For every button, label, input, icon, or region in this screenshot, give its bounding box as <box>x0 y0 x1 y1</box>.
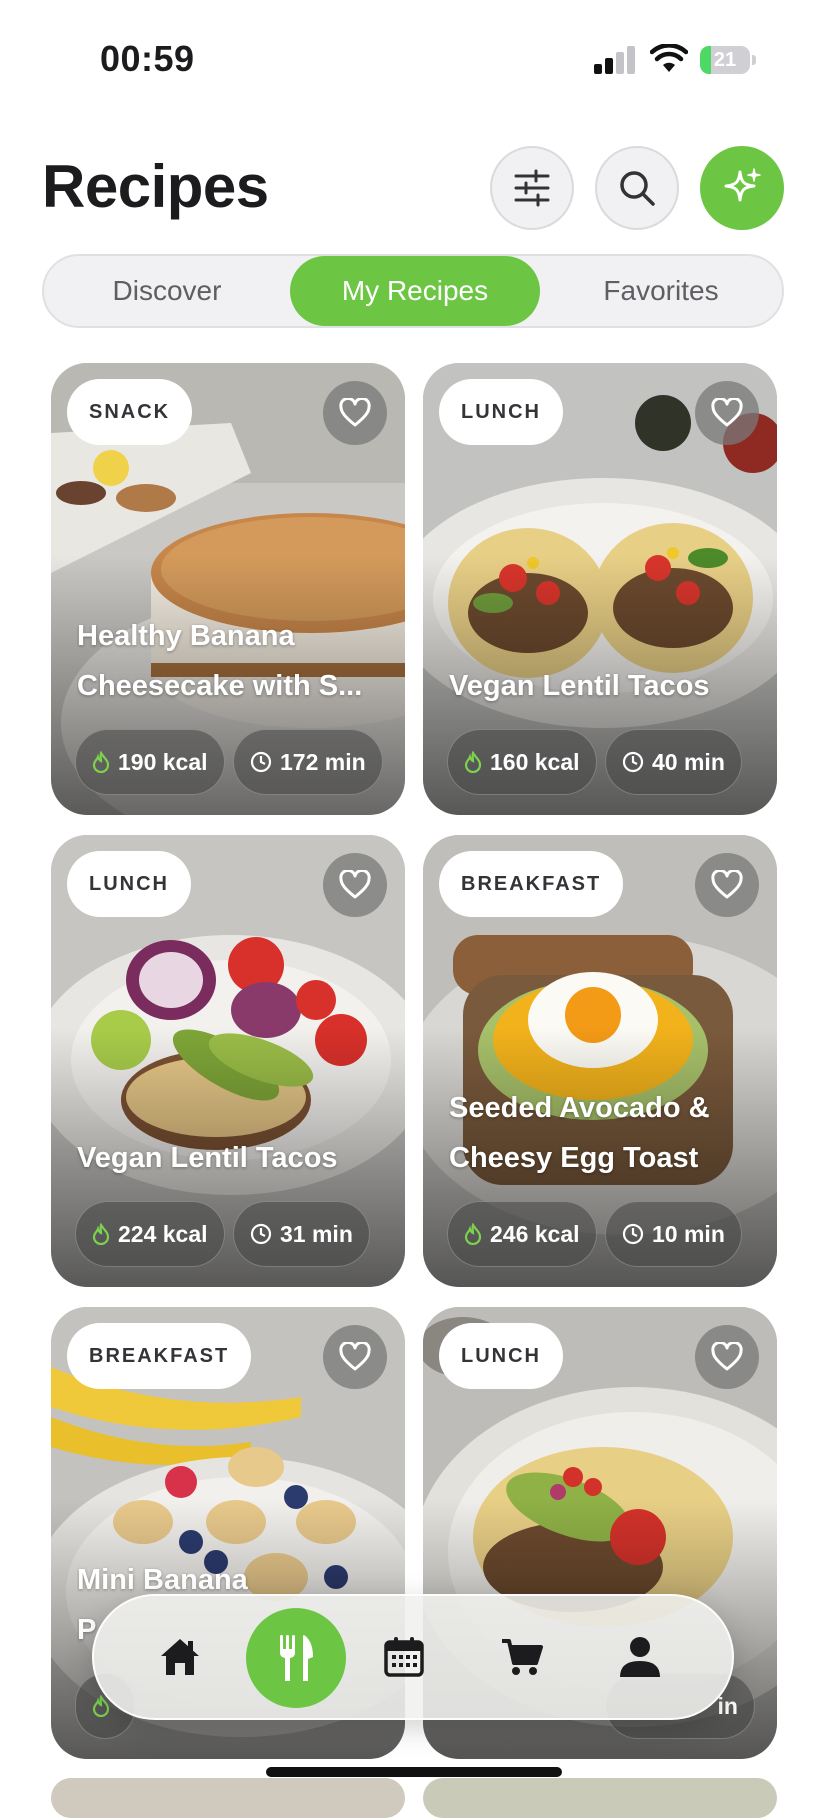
calories-value: 160 kcal <box>490 748 580 775</box>
clock-icon <box>250 751 272 773</box>
recipe-title: Vegan Lentil Tacos <box>449 670 710 702</box>
category-badge: BREAKFAST <box>439 851 624 917</box>
heart-icon <box>711 1342 743 1371</box>
category-badge: SNACK <box>67 379 193 445</box>
recipe-card[interactable] <box>51 1778 405 1818</box>
recipe-card[interactable]: LUNCH Vegan Lentil Tacos 224 kcal 31 min <box>51 835 405 1287</box>
nav-calendar[interactable] <box>366 1619 442 1695</box>
cellular-signal-icon <box>594 46 635 74</box>
time-pill: 40 min <box>605 729 742 795</box>
ai-sparkle-button[interactable] <box>700 146 784 230</box>
recipe-title-line-1: Seeded Avocado & <box>449 1092 710 1124</box>
heart-icon <box>339 1342 371 1371</box>
flame-icon <box>464 1223 482 1245</box>
category-badge: BREAKFAST <box>67 1323 252 1389</box>
flame-icon <box>464 751 482 773</box>
nav-home[interactable] <box>142 1619 218 1695</box>
filter-button[interactable] <box>490 146 574 230</box>
flame-icon <box>92 751 110 773</box>
clock-icon <box>250 1223 272 1245</box>
calories-value: 246 kcal <box>490 1220 580 1247</box>
bottom-nav <box>92 1594 734 1720</box>
tab-my-recipes[interactable]: My Recipes <box>290 256 540 326</box>
sparkle-icon <box>724 168 761 202</box>
recipe-title-line-2: Cheesecake with S... <box>77 670 363 702</box>
calendar-icon <box>384 1637 424 1677</box>
favorite-button[interactable] <box>323 853 387 917</box>
nav-profile[interactable] <box>602 1619 678 1695</box>
person-icon <box>620 1637 660 1677</box>
tab-favorites[interactable]: Favorites <box>540 256 782 326</box>
category-badge: LUNCH <box>67 851 191 917</box>
page-title: Recipes <box>42 153 269 220</box>
tab-discover[interactable]: Discover <box>44 256 290 326</box>
time-pill: 172 min <box>233 729 383 795</box>
home-icon <box>161 1639 199 1675</box>
favorite-button[interactable] <box>323 381 387 445</box>
home-indicator <box>266 1767 562 1777</box>
calories-pill: 190 kcal <box>75 729 225 795</box>
flame-icon <box>92 1223 110 1245</box>
favorite-button[interactable] <box>695 381 759 445</box>
nav-recipes[interactable] <box>246 1608 346 1708</box>
calories-pill: 160 kcal <box>447 729 597 795</box>
clock-icon <box>622 751 644 773</box>
favorite-button[interactable] <box>695 853 759 917</box>
search-icon <box>620 171 655 206</box>
time-value: 31 min <box>280 1220 353 1247</box>
status-time: 00:59 <box>100 38 195 79</box>
calories-value: 190 kcal <box>118 748 208 775</box>
time-value: in <box>717 1692 738 1719</box>
heart-icon <box>339 398 371 427</box>
heart-icon <box>711 870 743 899</box>
calories-pill: 246 kcal <box>447 1201 597 1267</box>
recipe-card[interactable]: SNACK Healthy Banana Cheesecake with S..… <box>51 363 405 815</box>
battery-percent: 21 <box>713 49 737 71</box>
recipe-title-line-2: Cheesy Egg Toast <box>449 1142 699 1174</box>
favorite-button[interactable] <box>695 1325 759 1389</box>
time-value: 10 min <box>652 1220 725 1247</box>
search-button[interactable] <box>595 146 679 230</box>
heart-icon <box>711 398 743 427</box>
battery-icon: 21 <box>700 46 758 74</box>
wifi-icon <box>650 44 688 72</box>
category-badge: LUNCH <box>439 379 563 445</box>
clock-icon <box>622 1223 644 1245</box>
time-pill: 10 min <box>605 1201 742 1267</box>
time-value: 40 min <box>652 748 725 775</box>
nav-cart[interactable] <box>484 1619 560 1695</box>
recipe-card[interactable]: LUNCH Vegan Lentil Tacos 160 kcal 40 min <box>423 363 777 815</box>
recipe-tabs: Discover My Recipes Favorites <box>42 254 784 328</box>
time-value: 172 min <box>280 748 366 775</box>
recipe-card[interactable]: BREAKFAST Seeded Avocado & Cheesy Egg To… <box>423 835 777 1287</box>
recipe-title: Vegan Lentil Tacos <box>77 1142 338 1174</box>
recipe-card[interactable] <box>423 1778 777 1818</box>
favorite-button[interactable] <box>323 1325 387 1389</box>
heart-icon <box>339 870 371 899</box>
category-badge: LUNCH <box>439 1323 563 1389</box>
fork-knife-icon <box>280 1635 313 1681</box>
time-pill: 31 min <box>233 1201 370 1267</box>
calories-pill: 224 kcal <box>75 1201 225 1267</box>
sliders-icon <box>514 169 550 207</box>
calories-value: 224 kcal <box>118 1220 208 1247</box>
recipe-title-line-1: Healthy Banana <box>77 620 295 652</box>
cart-icon <box>502 1639 543 1675</box>
